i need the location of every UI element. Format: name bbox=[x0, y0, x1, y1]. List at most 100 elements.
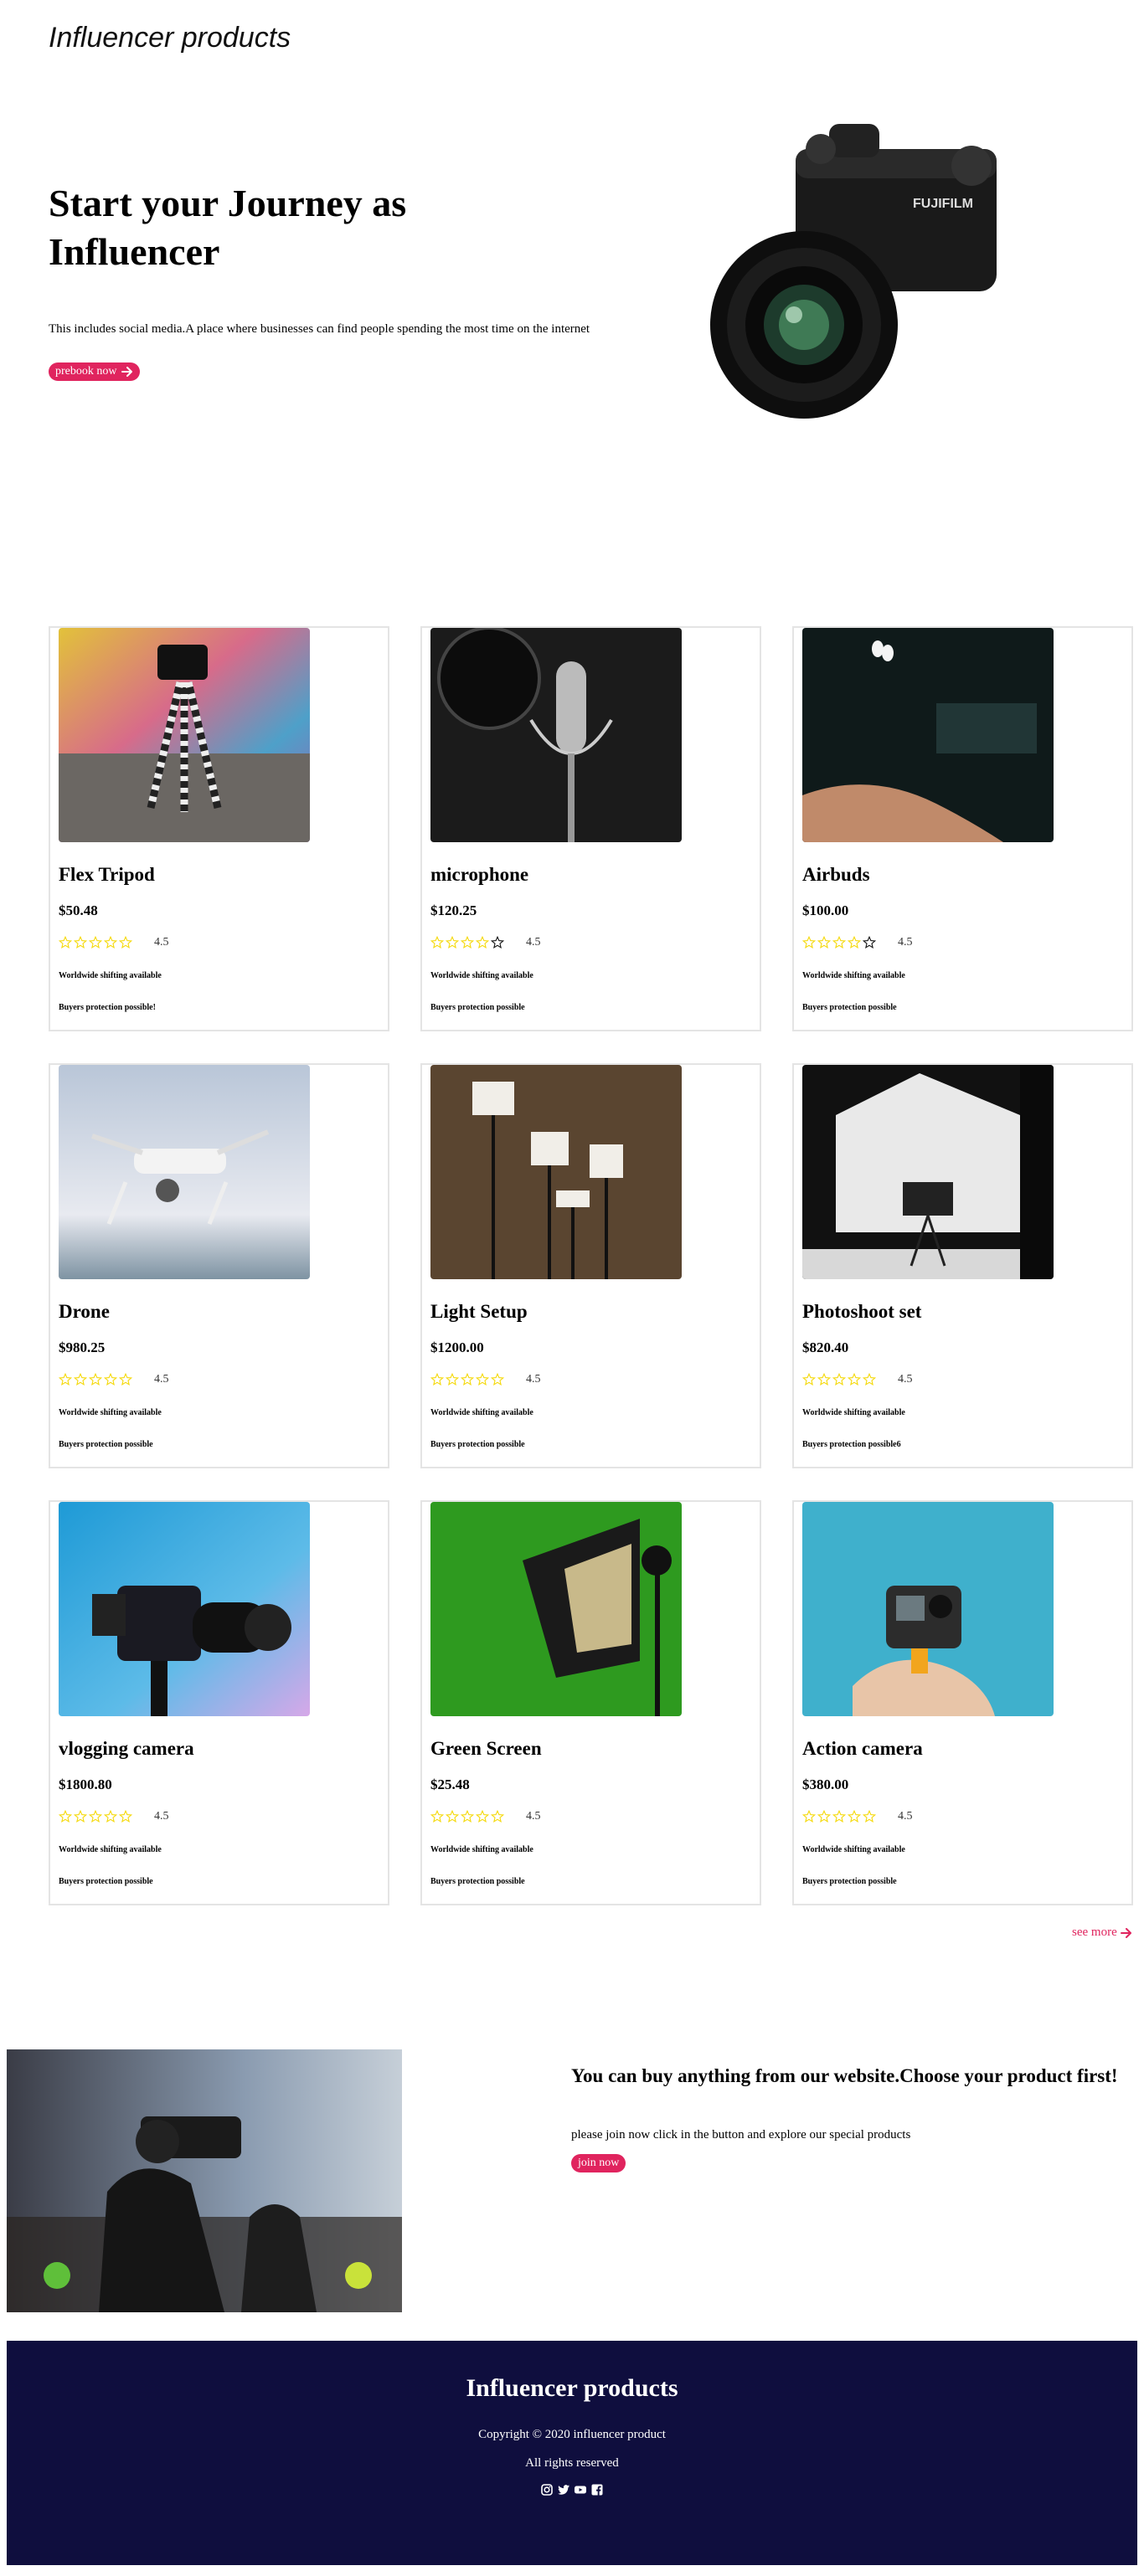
star-icon bbox=[119, 1373, 132, 1386]
shipping-note: Worldwide shifting available bbox=[430, 1845, 533, 1854]
protection-note: Buyers protection possible bbox=[802, 1003, 897, 1012]
product-name: Action camera bbox=[802, 1738, 923, 1759]
product-name: vlogging camera bbox=[59, 1738, 194, 1759]
shipping-note: Worldwide shifting available bbox=[430, 1408, 533, 1417]
product-price: $100.00 bbox=[802, 902, 849, 918]
star-icon bbox=[491, 1373, 504, 1386]
product-name: Photoshoot set bbox=[802, 1301, 922, 1322]
rating-value: 4.5 bbox=[526, 1373, 541, 1386]
product-card-vlogging-camera[interactable]: vlogging camera $1800.80 4.5 Worldwide s… bbox=[49, 1500, 389, 1905]
star-icon bbox=[476, 1373, 489, 1386]
product-image bbox=[59, 1502, 310, 1716]
social-links bbox=[7, 2483, 1137, 2496]
arrow-right-icon bbox=[121, 367, 132, 377]
rating-stars: 4.5 bbox=[802, 1373, 913, 1386]
product-card-microphone[interactable]: microphone $120.25 4.5 Worldwide shiftin… bbox=[420, 626, 761, 1031]
star-icon bbox=[461, 936, 474, 949]
protection-note: Buyers protection possible bbox=[59, 1440, 153, 1449]
facebook-icon[interactable] bbox=[590, 2483, 604, 2496]
star-icon bbox=[430, 936, 444, 949]
product-card-action-camera[interactable]: Action camera $380.00 4.5 Worldwide shif… bbox=[792, 1500, 1133, 1905]
star-icon bbox=[59, 1810, 72, 1823]
product-card-photoshoot-set[interactable]: Photoshoot set $820.40 4.5 Worldwide shi… bbox=[792, 1063, 1133, 1468]
star-icon bbox=[461, 1810, 474, 1823]
product-card-light-setup[interactable]: Light Setup $1200.00 4.5 Worldwide shift… bbox=[420, 1063, 761, 1468]
product-price: $380.00 bbox=[802, 1776, 849, 1792]
product-image bbox=[59, 628, 310, 842]
star-icon bbox=[476, 1810, 489, 1823]
rating-stars: 4.5 bbox=[59, 936, 169, 949]
rating-value: 4.5 bbox=[526, 1810, 541, 1823]
rating-stars: 4.5 bbox=[59, 1373, 169, 1386]
rating-value: 4.5 bbox=[154, 1810, 169, 1823]
protection-note: Buyers protection possible bbox=[59, 1877, 153, 1886]
star-icon bbox=[104, 936, 117, 949]
shipping-note: Worldwide shifting available bbox=[802, 1408, 905, 1417]
star-icon bbox=[430, 1373, 444, 1386]
youtube-icon[interactable] bbox=[574, 2483, 587, 2496]
product-card-green-screen[interactable]: Green Screen $25.48 4.5 Worldwide shifti… bbox=[420, 1500, 761, 1905]
cameraman-image bbox=[7, 2049, 402, 2312]
protection-note: Buyers protection possible bbox=[430, 1003, 525, 1012]
product-name: Green Screen bbox=[430, 1738, 542, 1759]
star-icon bbox=[863, 1810, 876, 1823]
star-icon bbox=[848, 1810, 861, 1823]
product-price: $820.40 bbox=[802, 1339, 849, 1355]
product-card-drone[interactable]: Drone $980.25 4.5 Worldwide shifting ava… bbox=[49, 1063, 389, 1468]
star-icon bbox=[491, 1810, 504, 1823]
star-icon bbox=[59, 936, 72, 949]
rating-stars: 4.5 bbox=[430, 1810, 541, 1823]
star-icon bbox=[476, 936, 489, 949]
star-icon bbox=[446, 936, 459, 949]
product-price: $25.48 bbox=[430, 1776, 470, 1792]
star-icon bbox=[817, 1810, 831, 1823]
product-card-flex-tripod[interactable]: Flex Tripod $50.48 4.5 Worldwide shiftin… bbox=[49, 626, 389, 1031]
product-image bbox=[802, 1502, 1054, 1716]
product-image bbox=[802, 1065, 1054, 1279]
rating-stars: 4.5 bbox=[802, 936, 913, 949]
shipping-note: Worldwide shifting available bbox=[59, 1845, 162, 1854]
protection-note: Buyers protection possible bbox=[430, 1877, 525, 1886]
star-icon bbox=[817, 1373, 831, 1386]
instagram-icon[interactable] bbox=[540, 2483, 554, 2496]
rating-stars: 4.5 bbox=[59, 1810, 169, 1823]
star-icon bbox=[74, 1373, 87, 1386]
rating-value: 4.5 bbox=[898, 1810, 913, 1823]
rating-stars: 4.5 bbox=[802, 1810, 913, 1823]
rating-value: 4.5 bbox=[898, 936, 913, 949]
protection-note: Buyers protection possible6 bbox=[802, 1440, 901, 1449]
star-icon bbox=[89, 1373, 102, 1386]
product-price: $1800.80 bbox=[59, 1776, 112, 1792]
protection-note: Buyers protection possible bbox=[802, 1877, 897, 1886]
promo-description: please join now click in the button and … bbox=[571, 2128, 911, 2142]
star-icon bbox=[59, 1373, 72, 1386]
rating-stars: 4.5 bbox=[430, 1373, 541, 1386]
star-icon bbox=[74, 1810, 87, 1823]
product-card-airbuds[interactable]: Airbuds $100.00 4.5 Worldwide shifting a… bbox=[792, 626, 1133, 1031]
star-icon bbox=[446, 1810, 459, 1823]
star-icon bbox=[863, 936, 876, 949]
footer-rights: All rights reserved bbox=[525, 2456, 619, 2470]
star-icon bbox=[832, 1810, 846, 1823]
see-more-link[interactable]: see more bbox=[1072, 1926, 1132, 1940]
footer-copyright: Copyright © 2020 influencer product bbox=[478, 2428, 666, 2441]
star-icon bbox=[802, 936, 816, 949]
twitter-icon[interactable] bbox=[557, 2483, 570, 2496]
star-icon bbox=[89, 936, 102, 949]
brand-logo[interactable]: Influencer products bbox=[49, 22, 291, 54]
product-image bbox=[59, 1065, 310, 1279]
star-icon bbox=[446, 1373, 459, 1386]
star-icon bbox=[491, 936, 504, 949]
shipping-note: Worldwide shifting available bbox=[802, 971, 905, 980]
rating-value: 4.5 bbox=[526, 936, 541, 949]
star-icon bbox=[832, 936, 846, 949]
rating-stars: 4.5 bbox=[430, 936, 541, 949]
join-now-button[interactable]: join now bbox=[571, 2154, 626, 2172]
shipping-note: Worldwide shifting available bbox=[59, 1408, 162, 1417]
product-name: Airbuds bbox=[802, 864, 870, 885]
arrow-right-icon bbox=[1120, 1927, 1131, 1938]
product-image bbox=[802, 628, 1054, 842]
prebook-button[interactable]: prebook now bbox=[49, 362, 140, 381]
product-name: Flex Tripod bbox=[59, 864, 155, 885]
promo-title: You can buy anything from our website.Ch… bbox=[571, 2065, 1118, 2086]
